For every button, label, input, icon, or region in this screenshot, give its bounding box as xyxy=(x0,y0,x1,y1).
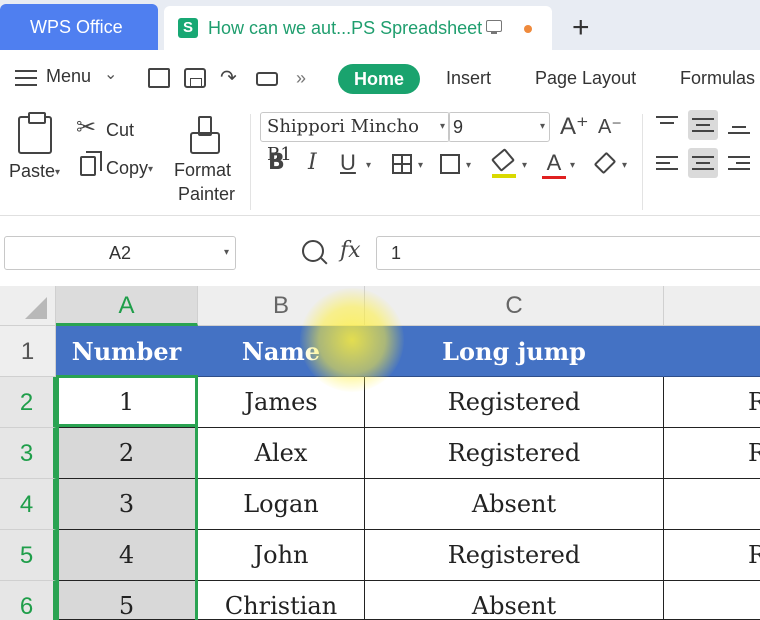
cell-d3[interactable]: R xyxy=(664,428,760,479)
copy-button[interactable]: Copy▾ xyxy=(106,158,153,179)
font-color-icon[interactable]: A xyxy=(542,150,566,180)
format-painter-label-2[interactable]: Painter xyxy=(178,184,235,205)
format-painter-icon[interactable] xyxy=(190,116,220,154)
cell-b2[interactable]: James xyxy=(198,377,365,428)
column-header-b[interactable]: B xyxy=(198,286,365,326)
conditional-format-icon[interactable] xyxy=(440,154,460,174)
menu-bar: Menu ⌄ ↷ » Home Insert Page Layout Formu… xyxy=(0,50,760,106)
cell-a3[interactable]: 2 xyxy=(56,428,198,479)
formula-input[interactable]: 1 xyxy=(376,236,760,270)
cell-b3[interactable]: Alex xyxy=(198,428,365,479)
copy-icon[interactable] xyxy=(80,151,102,176)
cell-b5[interactable]: John xyxy=(198,530,365,581)
tab-page-layout[interactable]: Page Layout xyxy=(535,68,636,89)
align-middle-icon[interactable] xyxy=(688,110,718,140)
font-size-select[interactable]: 9 ▾ xyxy=(448,112,550,142)
row-header-5[interactable]: 5 xyxy=(0,530,56,581)
spreadsheet-icon: S xyxy=(178,18,198,38)
cell-d1[interactable] xyxy=(664,326,760,377)
italic-button[interactable]: I xyxy=(308,150,317,176)
cell-c4[interactable]: Absent xyxy=(365,479,664,530)
tab-formulas[interactable]: Formulas xyxy=(680,68,755,89)
align-right-icon[interactable] xyxy=(724,148,754,178)
column-header-d[interactable] xyxy=(664,286,760,326)
home-ribbon: Paste▾ ✂ Cut Copy▾ Format Painter Shippo… xyxy=(0,106,760,216)
align-bottom-icon[interactable] xyxy=(724,110,754,140)
open-folder-icon[interactable] xyxy=(148,68,170,88)
ribbon-divider xyxy=(250,114,251,210)
save-icon[interactable] xyxy=(184,68,206,88)
cell-d5[interactable]: R xyxy=(664,530,760,581)
decrease-font-icon[interactable]: A⁻ xyxy=(598,114,622,139)
cell-b4[interactable]: Logan xyxy=(198,479,365,530)
tab-document[interactable]: S How can we aut...PS Spreadsheet xyxy=(164,6,552,50)
cell-d4[interactable] xyxy=(664,479,760,530)
cell-a4[interactable]: 3 xyxy=(56,479,198,530)
unsaved-dot-icon xyxy=(524,25,532,33)
cell-a6[interactable]: 5 xyxy=(56,581,198,620)
row-header-1[interactable]: 1 xyxy=(0,326,56,377)
monitor-icon[interactable] xyxy=(486,20,502,34)
spreadsheet-grid: A B C 1 2 3 4 5 6 Number Name Long jump … xyxy=(0,286,760,620)
ribbon-divider-2 xyxy=(642,114,643,210)
align-left-icon[interactable] xyxy=(652,148,682,178)
increase-font-icon[interactable]: A⁺ xyxy=(560,112,589,141)
cell-a5[interactable]: 4 xyxy=(56,530,198,581)
cell-d6[interactable] xyxy=(664,581,760,620)
scissors-icon[interactable]: ✂ xyxy=(76,116,96,140)
cell-c2[interactable]: Registered xyxy=(365,377,664,428)
zoom-icon[interactable] xyxy=(302,240,324,262)
row-header-3[interactable]: 3 xyxy=(0,428,56,479)
cell-a2[interactable]: 1 xyxy=(56,377,198,428)
formula-bar: A2 ▾ fx 1 xyxy=(0,216,760,286)
align-center-icon[interactable] xyxy=(688,148,718,178)
print-icon[interactable] xyxy=(256,72,278,86)
paste-button[interactable]: Paste▾ xyxy=(9,161,60,182)
cell-c3[interactable]: Registered xyxy=(365,428,664,479)
name-box[interactable]: A2 ▾ xyxy=(4,236,236,270)
underline-dropdown-icon[interactable]: ▾ xyxy=(366,160,371,171)
row-header-2[interactable]: 2 xyxy=(0,377,56,428)
more-icon[interactable]: » xyxy=(296,68,318,88)
hamburger-icon[interactable] xyxy=(15,70,37,86)
column-header-a[interactable]: A xyxy=(56,286,198,326)
tab-insert[interactable]: Insert xyxy=(446,68,491,89)
tab-home[interactable]: Home xyxy=(338,64,420,94)
export-icon[interactable]: ↷ xyxy=(220,68,242,88)
cell-c5[interactable]: Registered xyxy=(365,530,664,581)
insert-function-button[interactable]: fx xyxy=(340,238,361,263)
chevron-down-icon[interactable]: ⌄ xyxy=(104,64,117,84)
clear-dropdown-icon[interactable]: ▾ xyxy=(622,160,627,171)
font-color-dropdown-icon[interactable]: ▾ xyxy=(570,160,575,171)
tab-document-title: How can we aut...PS Spreadsheet xyxy=(208,18,483,38)
eraser-icon[interactable] xyxy=(593,151,617,175)
row-header-6[interactable]: 6 xyxy=(0,581,56,620)
cell-c6[interactable]: Absent xyxy=(365,581,664,620)
fill-color-icon[interactable] xyxy=(490,148,516,178)
font-name-select[interactable]: Shippori Mincho B1 ▾ xyxy=(260,112,450,165)
cell-d2[interactable]: R xyxy=(664,377,760,428)
new-tab-button[interactable]: + xyxy=(572,6,590,50)
underline-button[interactable]: U xyxy=(340,150,356,176)
cell-c1[interactable]: Long jump xyxy=(365,326,664,377)
cell-b6[interactable]: Christian xyxy=(198,581,365,620)
bold-button[interactable]: B xyxy=(268,150,285,176)
cut-button[interactable]: Cut xyxy=(106,120,134,141)
cf-dropdown-icon[interactable]: ▾ xyxy=(466,160,471,171)
column-header-c[interactable]: C xyxy=(365,286,664,326)
paste-icon[interactable] xyxy=(18,112,52,154)
align-top-icon[interactable] xyxy=(652,110,682,140)
cell-b1[interactable]: Name xyxy=(198,326,365,377)
menu-button[interactable]: Menu xyxy=(46,66,91,87)
borders-icon[interactable] xyxy=(392,154,412,174)
select-all-corner[interactable] xyxy=(0,286,56,326)
fill-dropdown-icon[interactable]: ▾ xyxy=(522,160,527,171)
borders-dropdown-icon[interactable]: ▾ xyxy=(418,160,423,171)
format-painter-label[interactable]: Format xyxy=(174,160,231,181)
row-header-4[interactable]: 4 xyxy=(0,479,56,530)
title-tab-bar: WPS Office S How can we aut...PS Spreads… xyxy=(0,0,760,50)
cell-a1[interactable]: Number xyxy=(56,326,198,377)
tab-wps-office[interactable]: WPS Office xyxy=(0,4,158,50)
